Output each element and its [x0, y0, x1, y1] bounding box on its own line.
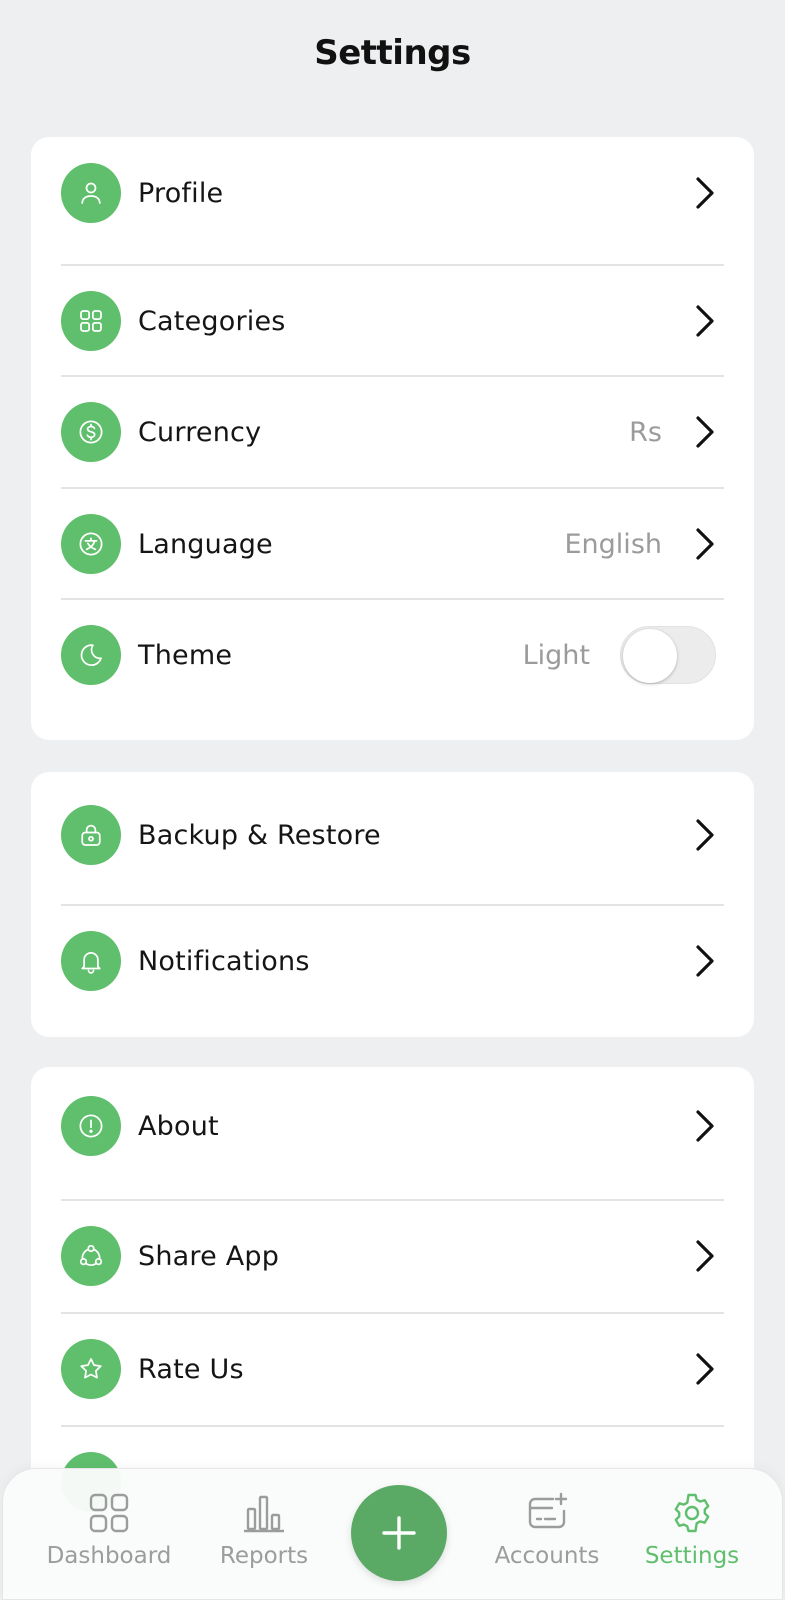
- header: Settings: [0, 0, 785, 110]
- bar-chart-icon: [244, 1495, 284, 1533]
- nav-dashboard-label: Dashboard: [46, 1543, 172, 1569]
- language-row[interactable]: Language English: [31, 488, 754, 600]
- user-icon: [61, 163, 121, 223]
- chevron-right-icon: [696, 1240, 714, 1272]
- chevron-right-icon: [696, 177, 714, 209]
- grid-icon: [61, 291, 121, 351]
- toggle-knob: [623, 629, 677, 683]
- about-label: About: [138, 1110, 219, 1142]
- share-app-row[interactable]: Share App: [31, 1200, 754, 1312]
- language-label: Language: [138, 528, 273, 560]
- theme-toggle[interactable]: [620, 626, 716, 684]
- gear-icon: [674, 1493, 710, 1533]
- add-transaction-button[interactable]: [351, 1485, 447, 1581]
- chevron-right-icon: [696, 528, 714, 560]
- moon-icon: [61, 625, 121, 685]
- share-icon: [61, 1226, 121, 1286]
- theme-row: Theme Light: [31, 599, 754, 711]
- chevron-right-icon: [696, 945, 714, 977]
- dollar-icon: [61, 402, 121, 462]
- nav-accounts-label: Accounts: [494, 1543, 600, 1569]
- currency-value: Rs: [629, 416, 662, 448]
- profile-row[interactable]: Profile: [31, 137, 754, 249]
- nav-reports-label: Reports: [219, 1543, 309, 1569]
- language-icon: [61, 514, 121, 574]
- notifications-label: Notifications: [138, 945, 310, 977]
- chevron-right-icon: [696, 1353, 714, 1385]
- theme-label: Theme: [138, 639, 233, 671]
- categories-label: Categories: [138, 305, 286, 337]
- theme-value: Light: [522, 639, 590, 671]
- lock-icon: [61, 805, 121, 865]
- page-title: Settings: [314, 33, 471, 73]
- backup-restore-row[interactable]: Backup & Restore: [31, 779, 754, 891]
- about-row[interactable]: About: [31, 1070, 754, 1182]
- language-value: English: [564, 528, 663, 560]
- plus-icon: [382, 1516, 416, 1550]
- categories-row[interactable]: Categories: [31, 265, 754, 377]
- settings-group-general: Profile Categories Currency Rs Language …: [31, 137, 754, 740]
- info-icon: [61, 1096, 121, 1156]
- nav-dashboard[interactable]: Dashboard: [34, 1491, 184, 1591]
- notifications-row[interactable]: Notifications: [31, 905, 754, 1017]
- currency-label: Currency: [138, 416, 262, 448]
- nav-accounts[interactable]: Accounts: [472, 1491, 622, 1591]
- chevron-right-icon: [696, 305, 714, 337]
- dashboard-icon: [89, 1493, 129, 1533]
- star-icon: [61, 1339, 121, 1399]
- backup-restore-label: Backup & Restore: [138, 819, 381, 851]
- chevron-right-icon: [696, 819, 714, 851]
- rate-us-row[interactable]: Rate Us: [31, 1313, 754, 1425]
- chevron-right-icon: [696, 416, 714, 448]
- bell-icon: [61, 931, 121, 991]
- rate-us-label: Rate Us: [138, 1353, 244, 1385]
- nav-settings-label: Settings: [644, 1543, 740, 1569]
- nav-settings[interactable]: Settings: [617, 1491, 767, 1591]
- share-app-label: Share App: [138, 1240, 280, 1272]
- nav-reports[interactable]: Reports: [189, 1491, 339, 1591]
- chevron-right-icon: [696, 1110, 714, 1142]
- profile-label: Profile: [138, 177, 224, 209]
- accounts-icon: [528, 1492, 568, 1529]
- currency-row[interactable]: Currency Rs: [31, 376, 754, 488]
- settings-group-data: Backup & Restore Notifications: [31, 772, 754, 1037]
